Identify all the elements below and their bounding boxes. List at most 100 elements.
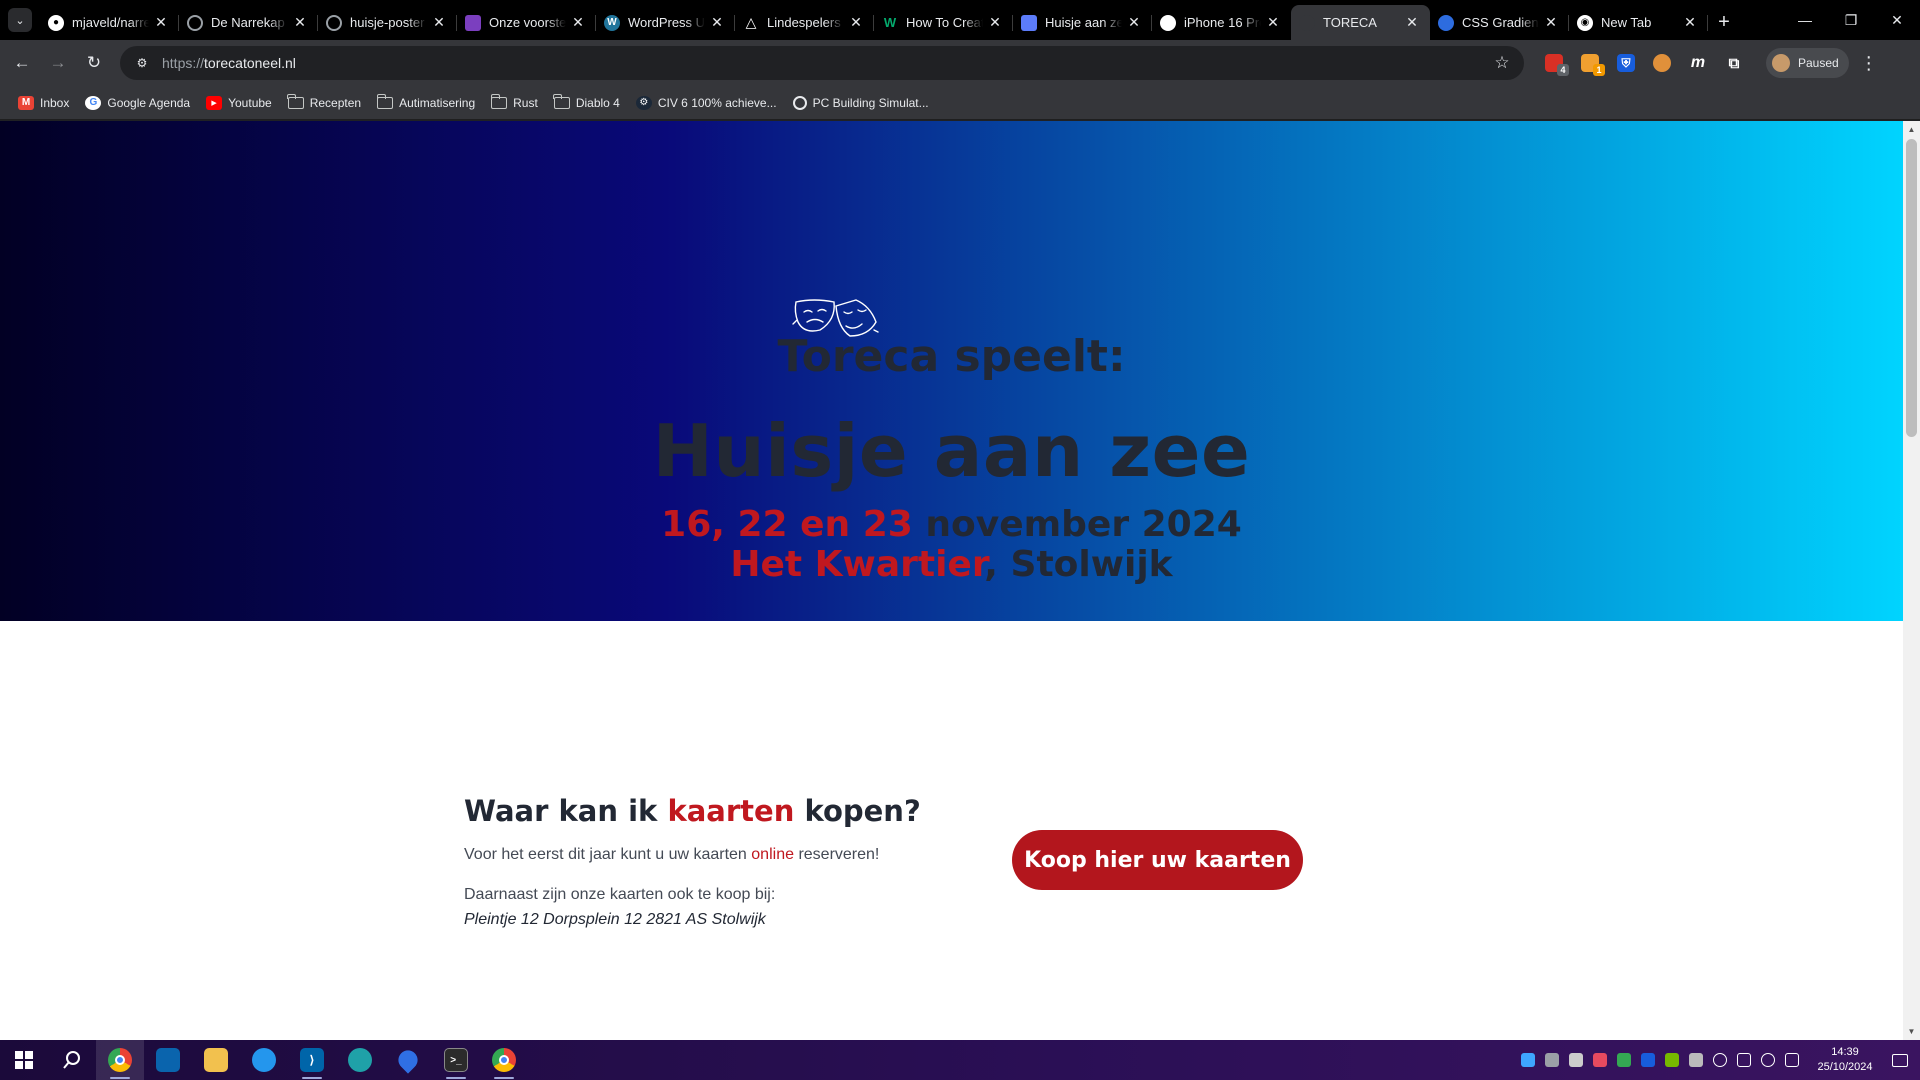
bookmark-star-icon[interactable]: ☆ xyxy=(1490,53,1514,73)
tab-github[interactable]: ● mjaveld/narrekap ✕ xyxy=(40,5,179,40)
heading-pre: Waar kan ik xyxy=(464,794,658,828)
close-tab-icon[interactable]: ✕ xyxy=(431,14,447,31)
bookmark-rust[interactable]: Rust xyxy=(483,90,546,116)
restore-button[interactable]: ❐ xyxy=(1828,0,1874,40)
close-tab-icon[interactable]: ✕ xyxy=(709,14,725,31)
tab-triangle[interactable]: △ Lindespelers ✕ xyxy=(735,5,874,40)
menu-kebab-icon[interactable]: ⋮ xyxy=(1853,53,1885,74)
clock[interactable]: 14:39 25/10/2024 xyxy=(1810,1045,1880,1075)
taskbar-maps[interactable] xyxy=(384,1040,432,1080)
back-button[interactable]: ← xyxy=(6,47,38,79)
tray-nvidia[interactable] xyxy=(1660,1040,1684,1080)
tray-app-red[interactable] xyxy=(1588,1040,1612,1080)
close-tab-icon[interactable]: ✕ xyxy=(570,14,586,31)
extension-button[interactable]: 1 xyxy=(1572,47,1608,79)
tray-keyboard[interactable] xyxy=(1684,1040,1708,1080)
scrollbar-thumb[interactable] xyxy=(1906,139,1917,437)
notifications-button[interactable] xyxy=(1880,1053,1920,1067)
terminal-icon: >_ xyxy=(444,1048,468,1072)
date-month-year: november 2024 xyxy=(925,504,1242,545)
extension-badge: 4 xyxy=(1557,64,1569,76)
google-icon: G xyxy=(85,95,102,110)
scroll-down-icon[interactable]: ▼ xyxy=(1903,1023,1920,1040)
address-bar[interactable]: ⚙ https://torecatoneel.nl ☆ xyxy=(120,46,1524,80)
bookmark-youtube[interactable]: ▶ Youtube xyxy=(198,90,280,116)
bookmark-google-agenda[interactable]: G Google Agenda xyxy=(77,90,198,116)
taskbar-terminal[interactable]: >_ xyxy=(432,1040,480,1080)
tray-wifi[interactable] xyxy=(1756,1040,1780,1080)
url-text[interactable]: https://torecatoneel.nl xyxy=(162,55,1490,71)
tab-blank[interactable]: TORECA ✕ xyxy=(1291,5,1430,40)
close-tab-icon[interactable]: ✕ xyxy=(1543,14,1559,31)
extension-button[interactable] xyxy=(1644,47,1680,79)
close-window-button[interactable]: ✕ xyxy=(1874,0,1920,40)
taskbar-chrome-2[interactable] xyxy=(480,1040,528,1080)
tab-search-button[interactable]: ⌄ xyxy=(0,0,40,40)
close-tab-icon[interactable]: ✕ xyxy=(987,14,1003,31)
bookmark-pc-building-simulat[interactable]: PC Building Simulat... xyxy=(785,90,937,116)
tray-bluetooth[interactable] xyxy=(1516,1040,1540,1080)
tab-color-square[interactable]: Onze voorstellingen ✕ xyxy=(457,5,596,40)
taskbar-chrome[interactable] xyxy=(96,1040,144,1080)
image-icon xyxy=(1021,14,1037,31)
new-tab-button[interactable]: + xyxy=(1708,0,1740,40)
forward-button[interactable]: → xyxy=(42,47,74,79)
tray-grid[interactable] xyxy=(1540,1040,1564,1080)
minimize-button[interactable]: — xyxy=(1782,0,1828,40)
profile-button[interactable]: Paused xyxy=(1766,48,1849,78)
tray-bitwarden[interactable] xyxy=(1636,1040,1660,1080)
tab-globe[interactable]: De Narrekap ✕ xyxy=(179,5,318,40)
online-link[interactable]: online xyxy=(751,846,794,863)
page-scrollbar[interactable]: ▲ ▼ xyxy=(1903,121,1920,1040)
sales-address: Pleintje 12 Dorpsplein 12 2821 AS Stolwi… xyxy=(464,911,766,928)
tab-image[interactable]: Huisje aan zee ✕ xyxy=(1013,5,1152,40)
close-tab-icon[interactable]: ✕ xyxy=(1126,14,1142,31)
site-info-icon[interactable]: ⚙ xyxy=(130,51,154,75)
close-tab-icon[interactable]: ✕ xyxy=(1682,14,1698,31)
tray-battery[interactable] xyxy=(1732,1040,1756,1080)
taskbar-edge-dev[interactable] xyxy=(336,1040,384,1080)
extension-button[interactable]: ⛨ xyxy=(1608,47,1644,79)
bookmark-civ-6-100-achieve[interactable]: ⚙ CIV 6 100% achieve... xyxy=(628,90,785,116)
close-tab-icon[interactable]: ✕ xyxy=(292,14,308,31)
taskbar-docker[interactable] xyxy=(240,1040,288,1080)
scroll-up-icon[interactable]: ▲ xyxy=(1903,121,1920,138)
extension-button[interactable]: m xyxy=(1680,47,1716,79)
globe-icon xyxy=(187,14,203,31)
tray-xbox[interactable] xyxy=(1708,1040,1732,1080)
extension-button[interactable]: 4 xyxy=(1536,47,1572,79)
reload-button[interactable]: ↻ xyxy=(78,47,110,79)
arrow-left-icon: ← xyxy=(13,53,31,72)
buy-tickets-button[interactable]: Koop hier uw kaarten xyxy=(1012,830,1303,890)
start-button[interactable] xyxy=(0,1040,48,1080)
bookmark-autimatisering[interactable]: Autimatisering xyxy=(369,90,483,116)
close-tab-icon[interactable]: ✕ xyxy=(153,14,169,31)
tray-cloud-sync[interactable] xyxy=(1564,1040,1588,1080)
tab-apple[interactable]: iPhone 16 Pro ✕ xyxy=(1152,5,1291,40)
tab-title: Lindespelers xyxy=(767,15,841,30)
tab-gradient[interactable]: CSS Gradient ✕ xyxy=(1430,5,1569,40)
tab-globe[interactable]: huisje-poster ✕ xyxy=(318,5,457,40)
close-tab-icon[interactable]: ✕ xyxy=(1265,14,1281,31)
taskbar-file-explorer[interactable] xyxy=(192,1040,240,1080)
bookmark-inbox[interactable]: M Inbox xyxy=(10,90,77,116)
tray-volume[interactable] xyxy=(1780,1040,1804,1080)
search-button[interactable] xyxy=(48,1040,96,1080)
bookmark-recepten[interactable]: Recepten xyxy=(280,90,369,116)
tab-chrome[interactable]: ◉ New Tab ✕ xyxy=(1569,5,1708,40)
tray-drive[interactable] xyxy=(1612,1040,1636,1080)
bookmarks-bar: M Inbox G Google Agenda ▶ Youtube Recepten Auti… xyxy=(0,86,1920,120)
wifi-icon xyxy=(1761,1053,1775,1067)
battery-icon xyxy=(1737,1053,1751,1067)
taskbar-vscode[interactable]: ⟩ xyxy=(288,1040,336,1080)
taskbar-outlook[interactable] xyxy=(144,1040,192,1080)
tab-w[interactable]: W How To Create ✕ xyxy=(874,5,1013,40)
close-tab-icon[interactable]: ✕ xyxy=(1404,14,1420,31)
extension-button[interactable]: ⧉ xyxy=(1716,47,1752,79)
close-tab-icon[interactable]: ✕ xyxy=(848,14,864,31)
blank-icon xyxy=(1299,14,1315,31)
bookmark-diablo-4[interactable]: Diablo 4 xyxy=(546,90,628,116)
tab-wordpress[interactable]: W WordPress Users ✕ xyxy=(596,5,735,40)
chrome-icon xyxy=(492,1048,516,1072)
hero-title: Huisje aan zee xyxy=(652,409,1251,493)
